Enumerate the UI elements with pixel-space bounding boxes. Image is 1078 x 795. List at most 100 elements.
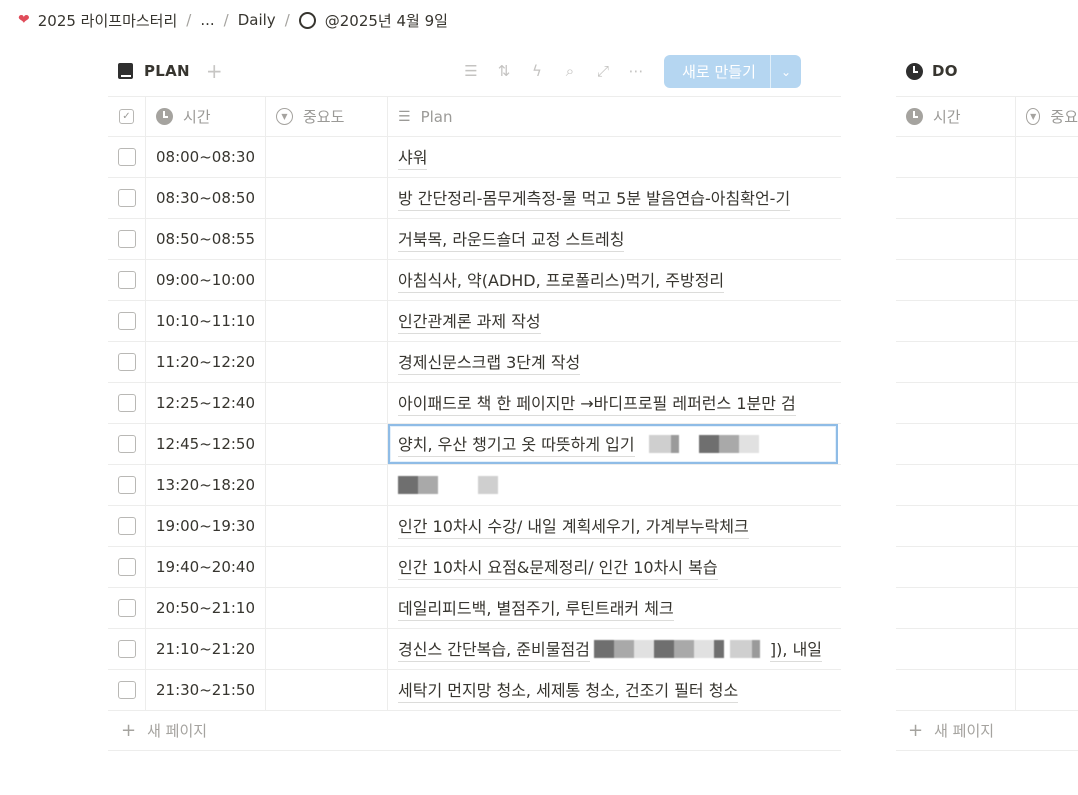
- time-cell[interactable]: 08:30~08:50: [146, 178, 266, 218]
- table-row[interactable]: [896, 137, 1078, 178]
- time-cell[interactable]: [896, 383, 1016, 423]
- table-row[interactable]: 21:30~21:50 세탁기 먼지망 청소, 세제통 청소, 건조기 필터 청…: [108, 670, 841, 711]
- time-cell[interactable]: [896, 137, 1016, 177]
- checkbox[interactable]: [117, 394, 136, 412]
- table-row[interactable]: [896, 178, 1078, 219]
- checkbox[interactable]: [117, 312, 136, 330]
- table-row[interactable]: [896, 383, 1078, 424]
- time-cell[interactable]: 21:10~21:20: [146, 629, 266, 669]
- row-checkbox-cell[interactable]: [108, 670, 146, 710]
- more-icon[interactable]: ⋯: [625, 62, 647, 80]
- column-header-time[interactable]: 시간: [896, 97, 1016, 136]
- table-row[interactable]: 19:00~19:30 인간 10차시 수강/ 내일 계획세우기, 가계부누락체…: [108, 506, 841, 547]
- importance-cell[interactable]: [1016, 506, 1078, 546]
- time-cell[interactable]: 10:10~11:10: [146, 301, 266, 341]
- checkbox[interactable]: [117, 640, 136, 658]
- row-checkbox-cell[interactable]: [108, 424, 146, 464]
- time-cell[interactable]: 21:30~21:50: [146, 670, 266, 710]
- time-cell[interactable]: 20:50~21:10: [146, 588, 266, 628]
- table-row[interactable]: 10:10~11:10 인간관계론 과제 작성: [108, 301, 841, 342]
- time-cell[interactable]: [896, 629, 1016, 669]
- time-cell[interactable]: [896, 219, 1016, 259]
- column-header-time[interactable]: 시간: [146, 97, 266, 136]
- checkbox[interactable]: [117, 517, 136, 535]
- importance-cell[interactable]: [266, 465, 388, 505]
- importance-cell[interactable]: [1016, 301, 1078, 341]
- time-cell[interactable]: [896, 588, 1016, 628]
- plan-cell[interactable]: 아이패드로 책 한 페이지만 →바디프로필 레퍼런스 1분만 검: [388, 383, 841, 423]
- importance-cell[interactable]: [1016, 547, 1078, 587]
- importance-cell[interactable]: [266, 506, 388, 546]
- do-new-page-button[interactable]: + 새 페이지: [896, 711, 1078, 751]
- plan-cell[interactable]: 방 간단정리-몸무게측정-물 먹고 5분 발음연습-아침확언-기: [388, 178, 841, 218]
- column-header-importance[interactable]: ▼ 중요도: [266, 97, 388, 136]
- plan-cell[interactable]: 경제신문스크랩 3단계 작성: [388, 342, 841, 382]
- time-cell[interactable]: [896, 547, 1016, 587]
- importance-cell[interactable]: [266, 547, 388, 587]
- importance-cell[interactable]: [1016, 342, 1078, 382]
- new-button[interactable]: 새로 만들기 ⌄: [664, 55, 801, 88]
- checkbox[interactable]: [117, 148, 136, 166]
- filter-icon[interactable]: ☰: [460, 62, 482, 80]
- importance-cell[interactable]: [1016, 465, 1078, 505]
- importance-cell[interactable]: [266, 137, 388, 177]
- importance-cell[interactable]: [1016, 219, 1078, 259]
- table-row[interactable]: [896, 547, 1078, 588]
- row-checkbox-cell[interactable]: [108, 178, 146, 218]
- importance-cell[interactable]: [266, 629, 388, 669]
- search-icon[interactable]: ⌕: [559, 62, 581, 80]
- plan-view-title[interactable]: PLAN: [144, 62, 190, 80]
- time-cell[interactable]: 08:00~08:30: [146, 137, 266, 177]
- importance-cell[interactable]: [266, 260, 388, 300]
- time-cell[interactable]: [896, 670, 1016, 710]
- table-row[interactable]: [896, 424, 1078, 465]
- row-checkbox-cell[interactable]: [108, 137, 146, 177]
- row-checkbox-cell[interactable]: [108, 465, 146, 505]
- column-header-plan[interactable]: ☰ Plan: [388, 97, 841, 136]
- importance-cell[interactable]: [266, 219, 388, 259]
- time-cell[interactable]: 19:00~19:30: [146, 506, 266, 546]
- table-row[interactable]: [896, 588, 1078, 629]
- plan-cell[interactable]: 데일리피드백, 별점주기, 루틴트래커 체크: [388, 588, 841, 628]
- plan-cell[interactable]: 거북목, 라운드숄더 교정 스트레칭: [388, 219, 841, 259]
- breadcrumb-parent[interactable]: Daily: [238, 11, 276, 29]
- lightning-icon[interactable]: ϟ: [526, 62, 548, 80]
- add-view-plus-icon[interactable]: +: [206, 59, 223, 83]
- time-cell[interactable]: 12:45~12:50: [146, 424, 266, 464]
- time-cell[interactable]: 08:50~08:55: [146, 219, 266, 259]
- checkbox[interactable]: [117, 681, 136, 699]
- plan-cell[interactable]: 아침식사, 약(ADHD, 프로폴리스)먹기, 주방정리: [388, 260, 841, 300]
- checkbox[interactable]: [117, 271, 136, 289]
- breadcrumb-ellipsis[interactable]: ...: [200, 11, 214, 29]
- importance-cell[interactable]: [1016, 260, 1078, 300]
- time-cell[interactable]: [896, 260, 1016, 300]
- table-row[interactable]: 12:25~12:40 아이패드로 책 한 페이지만 →바디프로필 레퍼런스 1…: [108, 383, 841, 424]
- table-row[interactable]: 19:40~20:40 인간 10차시 요점&문제정리/ 인간 10차시 복습: [108, 547, 841, 588]
- breadcrumb-workspace[interactable]: 2025 라이프마스터리: [38, 10, 178, 31]
- importance-cell[interactable]: [1016, 670, 1078, 710]
- table-row[interactable]: 21:10~21:20 경신스 간단복습, 준비물점검]), 내일: [108, 629, 841, 670]
- checkbox[interactable]: [117, 189, 136, 207]
- time-cell[interactable]: 13:20~18:20: [146, 465, 266, 505]
- checkbox[interactable]: [117, 353, 136, 371]
- new-button-label[interactable]: 새로 만들기: [664, 61, 770, 82]
- row-checkbox-cell[interactable]: [108, 588, 146, 628]
- expand-icon[interactable]: ⤢: [592, 62, 614, 80]
- table-row[interactable]: [896, 629, 1078, 670]
- row-checkbox-cell[interactable]: [108, 301, 146, 341]
- table-row[interactable]: 09:00~10:00 아침식사, 약(ADHD, 프로폴리스)먹기, 주방정리: [108, 260, 841, 301]
- time-cell[interactable]: [896, 342, 1016, 382]
- plan-cell[interactable]: 경신스 간단복습, 준비물점검]), 내일: [388, 629, 841, 669]
- row-checkbox-cell[interactable]: [108, 383, 146, 423]
- plan-cell[interactable]: 샤워: [388, 137, 841, 177]
- importance-cell[interactable]: [266, 342, 388, 382]
- table-row[interactable]: [896, 342, 1078, 383]
- time-cell[interactable]: [896, 424, 1016, 464]
- importance-cell[interactable]: [1016, 137, 1078, 177]
- importance-cell[interactable]: [1016, 588, 1078, 628]
- importance-cell[interactable]: [266, 301, 388, 341]
- table-row[interactable]: 13:20~18:20: [108, 465, 841, 506]
- table-row[interactable]: [896, 219, 1078, 260]
- checkbox[interactable]: [117, 230, 136, 248]
- time-cell[interactable]: 19:40~20:40: [146, 547, 266, 587]
